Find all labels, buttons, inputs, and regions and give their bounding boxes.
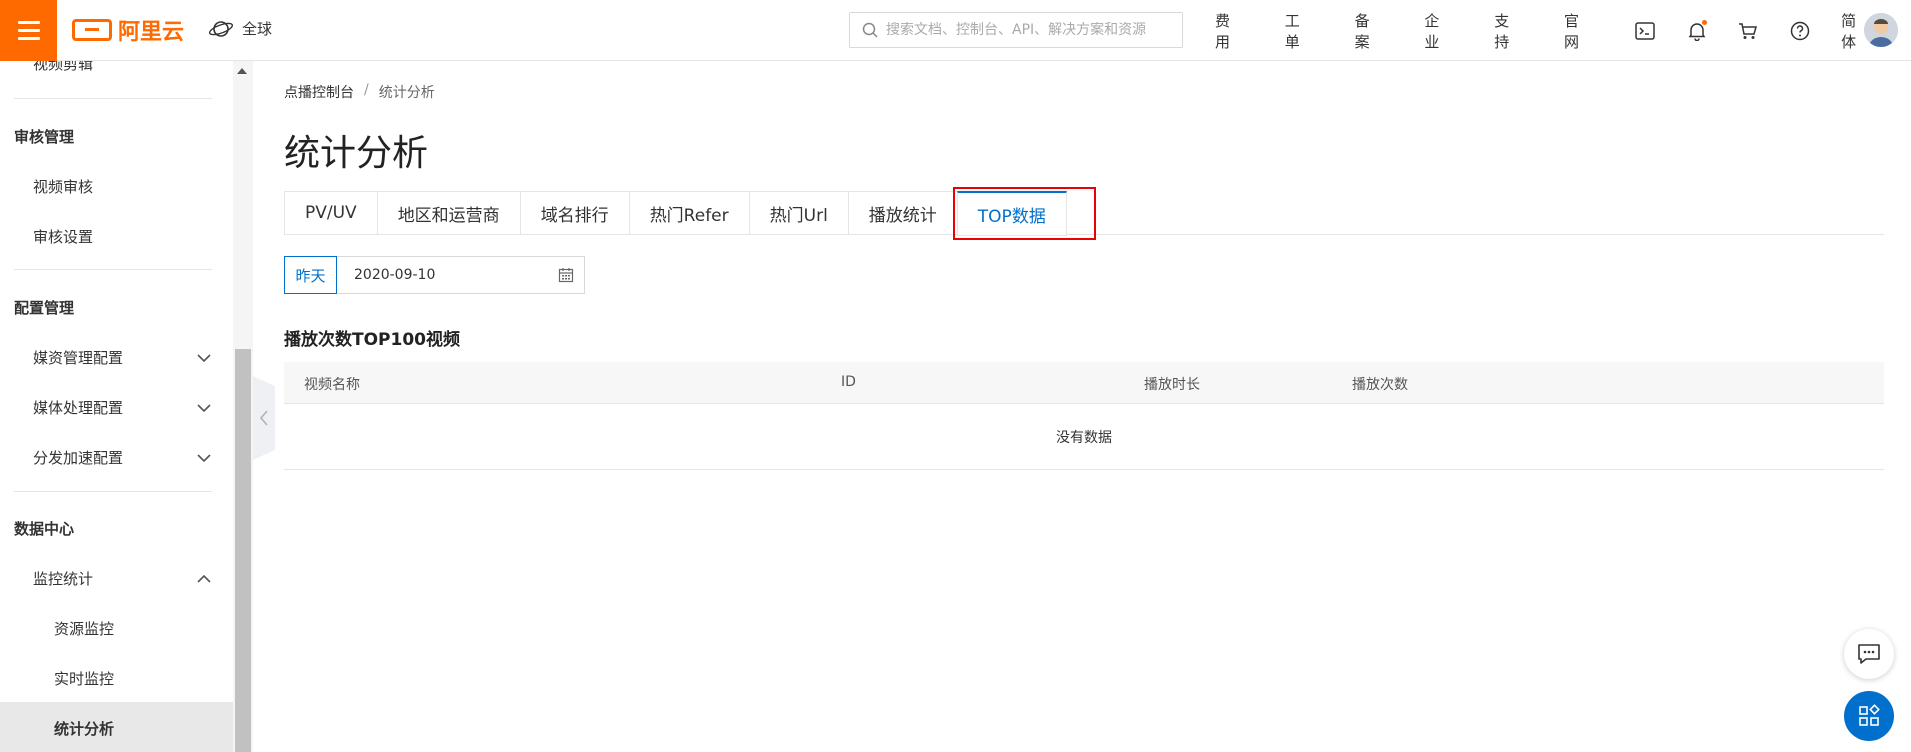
sidebar-item-label: 媒体处理配置 bbox=[33, 399, 124, 417]
date-picker[interactable]: 2020-09-10 bbox=[337, 256, 585, 294]
sidebar-divider bbox=[14, 98, 212, 99]
sidebar: 视频剪辑 审核管理 视频审核 审核设置 配置管理 媒资管理配置 媒体处理配置 分… bbox=[0, 61, 233, 752]
nav-billing[interactable]: 费用 bbox=[1215, 10, 1245, 52]
cloud-shell-icon[interactable] bbox=[1634, 20, 1656, 42]
scroll-up-arrow-icon[interactable] bbox=[237, 68, 247, 74]
breadcrumb: 点播控制台 / 统计分析 bbox=[284, 82, 435, 102]
sidebar-active-bg bbox=[0, 702, 233, 752]
sidebar-item-label: 监控统计 bbox=[33, 570, 94, 588]
avatar-face-icon bbox=[1864, 13, 1898, 47]
sidebar-item-resource-monitoring[interactable]: 资源监控 bbox=[54, 618, 114, 639]
sidebar-item-media-processing-config[interactable]: 媒体处理配置 bbox=[33, 397, 233, 418]
sidebar-item-label: 分发加速配置 bbox=[33, 449, 124, 467]
highlight-annotation-box bbox=[953, 187, 1096, 240]
calendar-icon bbox=[558, 268, 574, 283]
nav-support[interactable]: 支持 bbox=[1494, 10, 1524, 52]
top-bar: 阿里云 全球 费用 工单 备案 企业 支持 官网 bbox=[0, 0, 1911, 61]
chevron-down-icon bbox=[197, 354, 211, 363]
tab-domain-ranking[interactable]: 域名排行 bbox=[519, 191, 629, 235]
sidebar-scroll-thumb[interactable] bbox=[235, 349, 251, 752]
breadcrumb-current: 统计分析 bbox=[378, 85, 435, 101]
aliyun-logo[interactable]: 阿里云 bbox=[72, 16, 185, 45]
empty-text: 没有数据 bbox=[1056, 429, 1112, 446]
notification-dot bbox=[1702, 19, 1708, 25]
date-filter: 昨天 2020-09-10 bbox=[284, 256, 585, 294]
tab-pv-uv[interactable]: PV/UV bbox=[284, 191, 377, 235]
sidebar-divider bbox=[14, 269, 212, 270]
sidebar-item-statistics[interactable]: 统计分析 bbox=[54, 718, 114, 739]
table-header: 视频名称 ID 播放时长 播放次数 bbox=[284, 362, 1884, 404]
chevron-down-icon bbox=[197, 404, 211, 413]
breadcrumb-root-link[interactable]: 点播控制台 bbox=[284, 82, 354, 102]
sidebar-item-realtime-monitoring[interactable]: 实时监控 bbox=[54, 668, 114, 689]
column-header-play-count[interactable]: 播放次数 bbox=[1352, 374, 1408, 394]
sidebar-item-video-review[interactable]: 视频审核 bbox=[33, 176, 93, 197]
menu-line bbox=[17, 29, 40, 32]
breadcrumb-separator: / bbox=[364, 82, 369, 98]
chevron-up-icon bbox=[197, 574, 211, 583]
chat-bubble-icon bbox=[1858, 644, 1880, 664]
section-title: 播放次数TOP100视频 bbox=[284, 330, 460, 350]
help-icon[interactable] bbox=[1789, 20, 1811, 42]
sidebar-collapse-handle[interactable] bbox=[253, 376, 275, 460]
sidebar-divider bbox=[14, 491, 212, 492]
search-box[interactable] bbox=[849, 12, 1183, 48]
search-icon bbox=[862, 22, 878, 38]
column-header-play-duration[interactable]: 播放时长 bbox=[1144, 374, 1200, 394]
tab-top-url[interactable]: 热门Url bbox=[748, 191, 848, 235]
top-videos-table: 视频名称 ID 播放时长 播放次数 没有数据 bbox=[284, 362, 1884, 470]
tab-playback-stats[interactable]: 播放统计 bbox=[847, 191, 957, 235]
nav-website[interactable]: 官网 bbox=[1564, 10, 1594, 52]
date-value: 2020-09-10 bbox=[354, 267, 436, 283]
chat-support-button[interactable] bbox=[1844, 629, 1894, 679]
globe-planet-icon bbox=[208, 20, 234, 37]
sidebar-group-config: 配置管理 bbox=[14, 299, 75, 317]
top-nav: 费用 工单 备案 企业 支持 官网 简体 bbox=[1215, 0, 1911, 61]
tab-region-isp[interactable]: 地区和运营商 bbox=[376, 191, 520, 235]
nav-tickets[interactable]: 工单 bbox=[1285, 10, 1315, 52]
hamburger-menu-button[interactable] bbox=[0, 0, 57, 61]
sidebar-item-monitoring[interactable]: 监控统计 bbox=[33, 568, 233, 589]
bell-icon[interactable] bbox=[1686, 19, 1708, 42]
apps-button[interactable] bbox=[1844, 691, 1894, 741]
sidebar-item-video-editing[interactable]: 视频剪辑 bbox=[33, 61, 93, 74]
cart-icon[interactable] bbox=[1737, 20, 1759, 42]
nav-icp[interactable]: 备案 bbox=[1355, 10, 1385, 52]
menu-line bbox=[17, 37, 40, 40]
yesterday-button[interactable]: 昨天 bbox=[284, 256, 337, 294]
logo-text: 阿里云 bbox=[118, 20, 185, 45]
sidebar-item-review-settings[interactable]: 审核设置 bbox=[33, 226, 93, 247]
logo-mark-icon bbox=[72, 19, 112, 41]
menu-line bbox=[17, 21, 40, 24]
sidebar-item-label: 媒资管理配置 bbox=[33, 349, 124, 367]
page-title: 统计分析 bbox=[284, 133, 429, 174]
region-label: 全球 bbox=[242, 20, 273, 38]
sidebar-item-cdn-config[interactable]: 分发加速配置 bbox=[33, 447, 233, 468]
sidebar-group-data-center: 数据中心 bbox=[14, 520, 75, 538]
table-empty-row: 没有数据 bbox=[284, 404, 1884, 470]
apps-grid-icon bbox=[1859, 704, 1880, 726]
user-avatar[interactable] bbox=[1864, 13, 1898, 47]
column-header-video-name[interactable]: 视频名称 bbox=[304, 374, 360, 394]
column-header-id[interactable]: ID bbox=[841, 374, 856, 390]
nav-enterprise[interactable]: 企业 bbox=[1424, 10, 1454, 52]
search-input[interactable] bbox=[886, 22, 1166, 38]
sidebar-item-media-asset-config[interactable]: 媒资管理配置 bbox=[33, 347, 233, 368]
chevron-left-icon bbox=[259, 410, 268, 426]
region-selector[interactable]: 全球 bbox=[208, 18, 272, 39]
sidebar-group-review: 审核管理 bbox=[14, 128, 75, 146]
chevron-down-icon bbox=[197, 454, 211, 463]
tab-top-refer[interactable]: 热门Refer bbox=[628, 191, 749, 235]
